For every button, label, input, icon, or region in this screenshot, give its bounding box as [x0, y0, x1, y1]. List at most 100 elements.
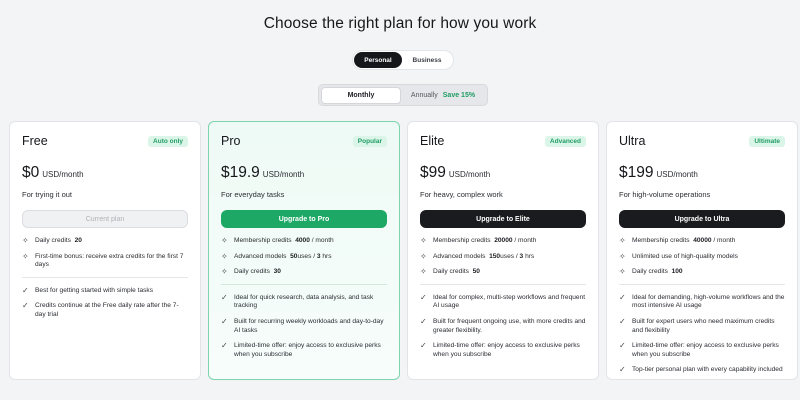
credit-label: Advanced models	[234, 252, 287, 260]
save-badge: Save 15%	[442, 91, 476, 99]
divider	[221, 283, 387, 285]
divider	[619, 283, 785, 285]
credit-label: Daily credits	[632, 268, 668, 276]
credit-value: 20000	[494, 237, 513, 244]
list-item: ✓ Credits continue at the Free daily rat…	[22, 302, 188, 319]
upgrade-to-ultra-button[interactable]: Upgrade to Ultra	[619, 210, 785, 228]
benefit-text: Ideal for complex, multi-step workflows …	[433, 293, 586, 310]
check-icon: ✓	[619, 365, 626, 375]
credit-label: Daily credits	[35, 237, 71, 244]
price-unit: USD/month	[656, 170, 698, 179]
credit-suffix: / month	[713, 237, 736, 244]
credit-value: 3	[519, 252, 524, 260]
list-item: ✧ Unlimited use of high-quality models	[619, 251, 785, 262]
list-item: ✧ Membership credits 40000 / month	[619, 237, 785, 246]
divider	[420, 283, 586, 285]
credit-suffix: uses	[500, 252, 515, 260]
plan-name: Pro	[221, 134, 241, 148]
price-unit: USD/month	[448, 170, 491, 179]
check-icon: ✓	[221, 292, 228, 302]
price-unit: USD/month	[262, 170, 305, 179]
plan-price: $0	[22, 164, 40, 181]
sparkle-icon: ✧	[619, 236, 626, 245]
credit-label: First-time bonus: receive extra credits …	[35, 252, 184, 269]
plan-name: Ultra	[619, 134, 646, 148]
list-item: ✓ Built for expert users who need maximu…	[619, 317, 785, 335]
plan-badge: Advanced	[544, 135, 586, 147]
credit-value: 20	[74, 237, 82, 244]
plan-tagline: For high-volume operations	[619, 190, 711, 199]
list-item: ✧ Daily credits 20	[22, 237, 188, 246]
credit-label: Membership credits	[433, 237, 491, 244]
list-item: ✓ Limited-time offer: enjoy access to ex…	[420, 342, 586, 359]
plan-name: Elite	[420, 134, 445, 148]
page-title: Choose the right plan for how you work	[263, 15, 537, 32]
plan-card-elite: Elite Advanced $99 USD/month For heavy, …	[407, 121, 599, 380]
upgrade-to-elite-button[interactable]: Upgrade to Elite	[420, 210, 586, 228]
list-item: ✓ Ideal for quick research, data analysi…	[221, 292, 387, 311]
check-icon: ✓	[22, 285, 29, 295]
credit-value: 50	[472, 268, 480, 276]
list-item: ✓ Ideal for complex, multi-step workflow…	[420, 292, 586, 311]
credit-value: 30	[273, 268, 281, 276]
list-item: ✧ Membership credits 20000 / month	[420, 237, 586, 246]
list-item: ✓ Best for getting started with simple t…	[22, 285, 188, 296]
benefit-text: Limited-time offer: enjoy access to excl…	[632, 342, 779, 358]
benefit-text: Best for getting started with simple tas…	[35, 286, 154, 294]
business-tab[interactable]: Business	[402, 52, 452, 68]
plan-price: $199	[619, 164, 654, 181]
plan-badge: Ultimate	[749, 135, 785, 147]
price-unit: USD/month	[42, 170, 84, 179]
check-icon: ✓	[221, 316, 228, 326]
personal-tab[interactable]: Personal	[354, 52, 402, 68]
credit-suffix: / month	[311, 237, 334, 244]
divider	[22, 276, 188, 278]
plan-tagline: For everyday tasks	[221, 190, 285, 199]
upgrade-to-pro-button[interactable]: Upgrade to Pro	[221, 210, 387, 228]
check-icon: ✓	[420, 316, 427, 326]
credit-value: 3	[316, 252, 321, 260]
sparkle-icon: ✧	[420, 236, 427, 245]
plan-tagline: For trying it out	[22, 190, 73, 199]
list-item: ✧ Advanced models 150uses / 3 hrs	[420, 251, 535, 261]
plan-price: $19.9	[221, 164, 260, 181]
credit-label: Unlimited use of high-quality models	[632, 252, 738, 260]
check-icon: ✓	[420, 292, 427, 302]
current-plan-button[interactable]: Current plan	[22, 210, 188, 228]
credit-suffix: uses	[297, 252, 312, 260]
list-item: ✧ Daily credits 30	[221, 268, 387, 277]
sparkle-icon: ✧	[221, 267, 228, 277]
benefit-text: Top-tier personal plan with every capabi…	[632, 366, 783, 374]
sparkle-icon: ✧	[221, 236, 228, 245]
list-item: ✧ First-time bonus: receive extra credit…	[22, 251, 188, 270]
sparkle-icon: ✧	[22, 251, 29, 261]
list-item: ✓ Ideal for demanding, high-volume workf…	[619, 292, 785, 311]
list-item: ✧ Daily credits 100	[619, 268, 785, 277]
credit-label: Membership credits	[632, 237, 690, 244]
sparkle-icon: ✧	[619, 251, 626, 261]
list-item: ✓ Built for frequent ongoing use, with m…	[420, 316, 586, 335]
credit-value: 4000	[295, 237, 310, 244]
credit-label: Daily credits	[234, 268, 270, 276]
benefit-text: Built for expert users who need maximum …	[632, 317, 775, 334]
plan-card-free: Free Auto only $0 USD/month For trying i…	[9, 121, 201, 380]
monthly-tab[interactable]: Monthly	[321, 86, 401, 104]
sparkle-icon: ✧	[22, 236, 29, 245]
annually-label: Annually	[410, 91, 438, 99]
list-item: ✓ Top-tier personal plan with every capa…	[619, 366, 785, 375]
benefit-text: Credits continue at the Free daily rate …	[35, 302, 179, 318]
benefit-text: Ideal for quick research, data analysis,…	[234, 293, 374, 310]
list-item: ✓ Built for recurring weekly workloads a…	[221, 316, 387, 335]
list-item: ✧ Advanced models 50uses / 3 hrs	[221, 251, 332, 261]
check-icon: ✓	[221, 341, 228, 351]
list-item: ✧ Daily credits 50	[420, 268, 586, 277]
sparkle-icon: ✧	[420, 251, 427, 261]
check-icon: ✓	[619, 292, 626, 302]
plan-price: $99	[420, 164, 446, 181]
plan-card-ultra: Ultra Ultimate $199 USD/month For high-v…	[606, 121, 798, 380]
check-icon: ✓	[22, 301, 29, 311]
annually-tab[interactable]: Annually Save 15%	[401, 92, 485, 99]
list-item: ✓ Limited-time offer: enjoy access to ex…	[619, 342, 785, 359]
sparkle-icon: ✧	[420, 267, 427, 277]
credit-value: 100	[671, 268, 683, 276]
